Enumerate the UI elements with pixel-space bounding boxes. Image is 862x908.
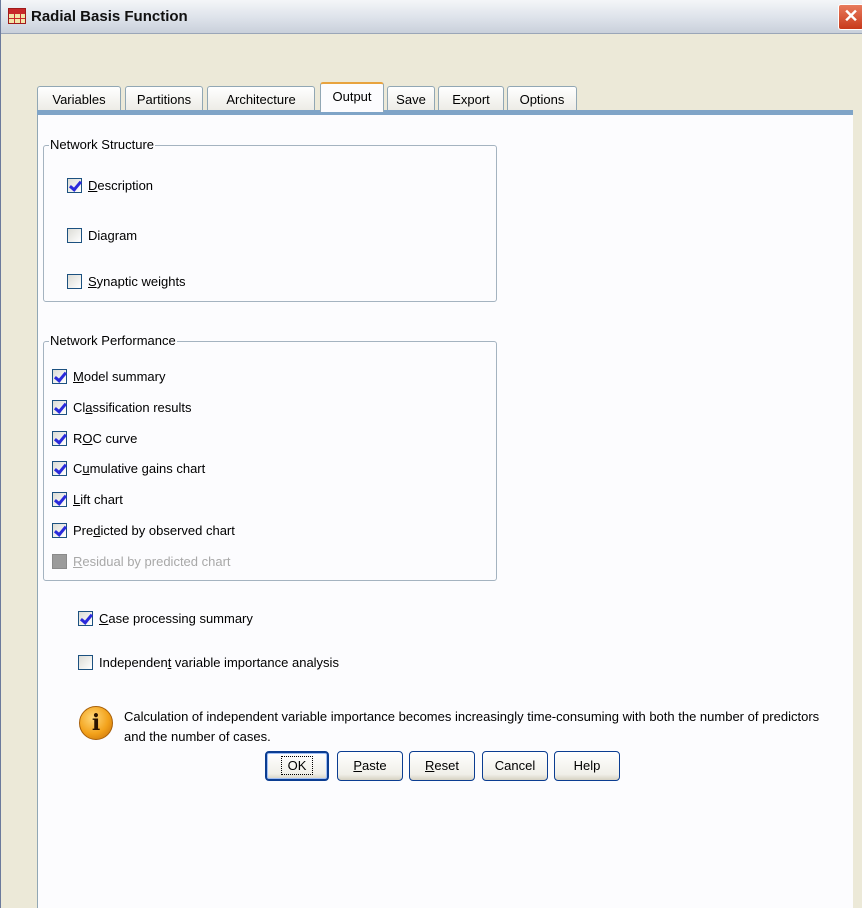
network-performance-legend: Network Performance (49, 333, 177, 348)
info-icon: i (79, 706, 113, 740)
close-icon: ✕ (843, 6, 859, 26)
dialog-window: Radial Basis Function ✕ Variables Partit… (0, 0, 862, 908)
checkbox-box[interactable] (52, 368, 67, 384)
checkbox-box[interactable] (67, 273, 82, 289)
network-structure-group: Network Structure Description Diagram Sy… (43, 137, 497, 302)
window-title: Radial Basis Function (31, 8, 188, 25)
variable-importance-checkbox[interactable]: Independent variable importance analysis (78, 653, 339, 671)
network-performance-group: Network Performance Model summary Classi… (43, 333, 497, 581)
cumulative-gains-chart-checkbox[interactable]: Cumulative gains chart (52, 459, 205, 477)
checkbox-box[interactable] (52, 460, 67, 476)
checkbox-box[interactable] (67, 177, 82, 193)
paste-button[interactable]: Paste (337, 751, 403, 781)
ok-button[interactable]: OK (265, 751, 329, 781)
checkbox-box (52, 553, 67, 569)
residual-by-predicted-chart-checkbox: Residual by predicted chart (52, 552, 231, 570)
help-button[interactable]: Help (554, 751, 620, 781)
predicted-by-observed-chart-checkbox[interactable]: Predicted by observed chart (52, 521, 235, 539)
checkbox-box[interactable] (67, 227, 82, 243)
tab-save[interactable]: Save (387, 86, 435, 111)
tab-partitions[interactable]: Partitions (125, 86, 203, 111)
spss-table-icon (8, 8, 26, 24)
checkbox-box[interactable] (52, 430, 67, 446)
classification-results-checkbox[interactable]: Classification results (52, 398, 192, 416)
checkbox-box[interactable] (78, 610, 93, 626)
synaptic-weights-checkbox[interactable]: Synaptic weights (67, 272, 186, 290)
checkbox-box[interactable] (78, 654, 93, 670)
checkbox-box[interactable] (52, 399, 67, 415)
output-tab-panel: Network Structure Description Diagram Sy… (37, 115, 853, 908)
description-checkbox[interactable]: Description (67, 176, 153, 194)
diagram-checkbox[interactable]: Diagram (67, 226, 137, 244)
reset-button[interactable]: Reset (409, 751, 475, 781)
close-button[interactable]: ✕ (838, 4, 862, 30)
tab-output[interactable]: Output (320, 82, 384, 112)
case-processing-summary-checkbox[interactable]: Case processing summary (78, 609, 253, 627)
roc-curve-checkbox[interactable]: ROC curve (52, 429, 137, 447)
cancel-button[interactable]: Cancel (482, 751, 548, 781)
network-structure-legend: Network Structure (49, 137, 156, 152)
model-summary-checkbox[interactable]: Model summary (52, 367, 165, 385)
checkbox-box[interactable] (52, 491, 67, 507)
tab-architecture[interactable]: Architecture (207, 86, 315, 111)
lift-chart-checkbox[interactable]: Lift chart (52, 490, 123, 508)
info-message: Calculation of independent variable impo… (124, 709, 820, 744)
tab-export[interactable]: Export (438, 86, 504, 111)
checkbox-box[interactable] (52, 522, 67, 538)
tab-variables[interactable]: Variables (37, 86, 121, 111)
tab-options[interactable]: Options (507, 86, 577, 111)
title-bar[interactable]: Radial Basis Function ✕ (1, 0, 862, 34)
